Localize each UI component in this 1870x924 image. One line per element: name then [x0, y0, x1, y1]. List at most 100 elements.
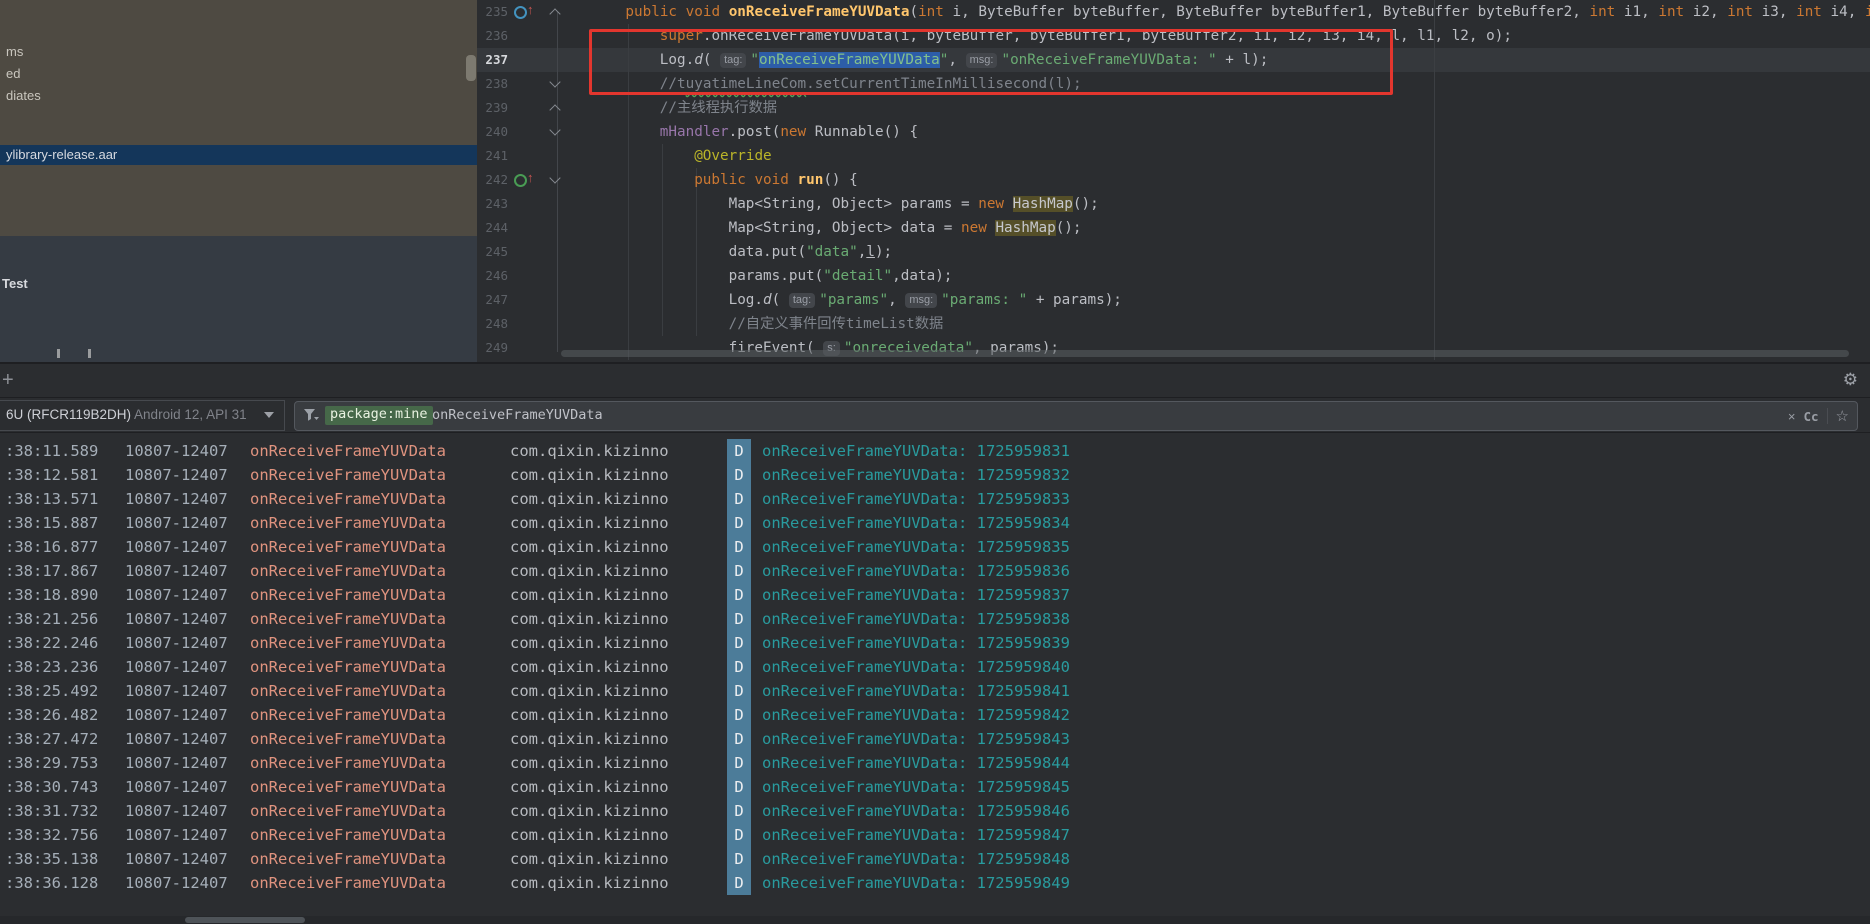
fold-marker-icon[interactable]	[550, 120, 560, 144]
code-line[interactable]: public void onReceiveFrameYUVData(int i,…	[591, 0, 1870, 24]
gutter-line-number[interactable]: 246	[477, 264, 508, 288]
gutter-line-number[interactable]: 240	[477, 120, 508, 144]
log-row[interactable]: :38:18.89010807-12407onReceiveFrameYUVDa…	[0, 583, 1870, 607]
gutter-line-number[interactable]: 241	[477, 144, 508, 168]
fold-marker-icon[interactable]	[550, 96, 560, 120]
log-row[interactable]: :38:23.23610807-12407onReceiveFrameYUVDa…	[0, 655, 1870, 679]
gutter-line-number[interactable]: 242	[477, 168, 508, 192]
log-message: onReceiveFrameYUVData: 1725959842	[762, 703, 1070, 727]
log-message: onReceiveFrameYUVData: 1725959837	[762, 583, 1070, 607]
log-level-badge: D	[727, 727, 751, 751]
code-line[interactable]: mHandler.post(new Runnable() {	[591, 120, 918, 144]
log-row[interactable]: :38:22.24610807-12407onReceiveFrameYUVDa…	[0, 631, 1870, 655]
log-timestamp: :38:17.867	[5, 559, 98, 583]
log-timestamp: :38:30.743	[5, 775, 98, 799]
project-tree-selected-row[interactable]: ylibrary-release.aar	[0, 145, 477, 165]
log-row[interactable]: :38:29.75310807-12407onReceiveFrameYUVDa…	[0, 751, 1870, 775]
log-message: onReceiveFrameYUVData: 1725959834	[762, 511, 1070, 535]
log-tag: onReceiveFrameYUVData	[250, 823, 446, 847]
code-line[interactable]: //主线程执行数据	[591, 96, 777, 120]
fold-marker-icon[interactable]	[550, 168, 560, 192]
log-row[interactable]: :38:15.88710807-12407onReceiveFrameYUVDa…	[0, 511, 1870, 535]
gutter-line-number[interactable]: 239	[477, 96, 508, 120]
clipped-tree-text	[57, 349, 60, 358]
gutter-line-number[interactable]: 245	[477, 240, 508, 264]
code-line[interactable]: Map<String, Object> params = new HashMap…	[591, 192, 1099, 216]
log-message: onReceiveFrameYUVData: 1725959845	[762, 775, 1070, 799]
log-row[interactable]: :38:32.75610807-12407onReceiveFrameYUVDa…	[0, 823, 1870, 847]
match-case-icon[interactable]: Cc	[1803, 409, 1818, 424]
project-section-label[interactable]: Test	[2, 276, 28, 291]
log-message: onReceiveFrameYUVData: 1725959835	[762, 535, 1070, 559]
log-row[interactable]: :38:13.57110807-12407onReceiveFrameYUVDa…	[0, 487, 1870, 511]
gutter-line-number[interactable]: 249	[477, 336, 508, 360]
log-row[interactable]: :38:35.13810807-12407onReceiveFrameYUVDa…	[0, 847, 1870, 871]
code-line[interactable]: public void run() {	[591, 168, 858, 192]
gutter-line-number[interactable]: 235	[477, 0, 508, 24]
log-tag: onReceiveFrameYUVData	[250, 871, 446, 895]
code-line[interactable]: params.put("detail",data);	[591, 264, 952, 288]
logcat-hscrollbar-thumb[interactable]	[185, 917, 305, 923]
overrides-method-icon[interactable]: ↑	[514, 0, 540, 24]
log-level-badge: D	[727, 799, 751, 823]
code-line[interactable]: //自定义事件回传timeList数据	[591, 312, 943, 336]
log-row[interactable]: :38:36.12810807-12407onReceiveFrameYUVDa…	[0, 871, 1870, 895]
inlay-hint: tag:	[789, 293, 815, 308]
gutter-line-number[interactable]: 244	[477, 216, 508, 240]
gutter-line-number[interactable]: 237	[477, 48, 508, 72]
log-package: com.qixin.kizinno	[510, 655, 669, 679]
fold-marker-icon[interactable]	[550, 0, 560, 24]
gutter-line-number[interactable]: 236	[477, 24, 508, 48]
log-message: onReceiveFrameYUVData: 1725959843	[762, 727, 1070, 751]
log-package: com.qixin.kizinno	[510, 775, 669, 799]
gutter-line-number[interactable]: 243	[477, 192, 508, 216]
editor-horizontal-scrollbar[interactable]	[561, 350, 1849, 357]
gear-icon[interactable]: ⚙	[1843, 369, 1858, 391]
project-tree-item[interactable]: diates	[6, 88, 41, 104]
log-row[interactable]: :38:31.73210807-12407onReceiveFrameYUVDa…	[0, 799, 1870, 823]
log-message: onReceiveFrameYUVData: 1725959848	[762, 847, 1070, 871]
log-timestamp: :38:26.482	[5, 703, 98, 727]
code-editor[interactable]: 235↑public void onReceiveFrameYUVData(in…	[477, 0, 1870, 364]
log-tag: onReceiveFrameYUVData	[250, 703, 446, 727]
log-pid-tid: 10807-12407	[125, 559, 228, 583]
gutter-line-number[interactable]: 238	[477, 72, 508, 96]
filter-key-chip[interactable]: package:mine	[325, 406, 433, 425]
filter-query-text[interactable]: onReceiveFrameYUVData	[432, 407, 603, 423]
code-line[interactable]: Map<String, Object> data = new HashMap()…	[591, 216, 1082, 240]
log-row[interactable]: :38:21.25610807-12407onReceiveFrameYUVDa…	[0, 607, 1870, 631]
code-line[interactable]: @Override	[591, 144, 772, 168]
code-line[interactable]: data.put("data",l);	[591, 240, 892, 264]
log-row[interactable]: :38:25.49210807-12407onReceiveFrameYUVDa…	[0, 679, 1870, 703]
log-timestamp: :38:25.492	[5, 679, 98, 703]
logcat-filter-input[interactable]: package:mine onReceiveFrameYUVData × Cc …	[294, 401, 1858, 431]
log-row[interactable]: :38:27.47210807-12407onReceiveFrameYUVDa…	[0, 727, 1870, 751]
log-row[interactable]: :38:16.87710807-12407onReceiveFrameYUVDa…	[0, 535, 1870, 559]
log-row[interactable]: :38:11.58910807-12407onReceiveFrameYUVDa…	[0, 439, 1870, 463]
favorite-star-icon[interactable]: ☆	[1836, 407, 1849, 425]
log-list[interactable]: :38:11.589 10807-12407 onReceiveFrameYUVDa…	[0, 439, 1870, 895]
gutter-line-number[interactable]: 248	[477, 312, 508, 336]
log-pid-tid: 10807-12407	[125, 439, 228, 463]
log-timestamp: :38:32.756	[5, 823, 98, 847]
project-panel-scrollbar[interactable]	[466, 55, 476, 81]
log-package: com.qixin.kizinno	[510, 679, 669, 703]
code-line[interactable]: Log.d( tag:"params", msg:"params: " + pa…	[591, 288, 1122, 312]
log-row[interactable]: :38:17.86710807-12407onReceiveFrameYUVDa…	[0, 559, 1870, 583]
log-timestamp: :38:11.589	[5, 439, 98, 463]
log-row[interactable]: :38:30.74310807-12407onReceiveFrameYUVDa…	[0, 775, 1870, 799]
log-message: onReceiveFrameYUVData: 1725959838	[762, 607, 1070, 631]
add-logcat-tab-button[interactable]: +	[2, 368, 14, 392]
implements-method-icon[interactable]: ↑	[514, 168, 540, 192]
log-package: com.qixin.kizinno	[510, 487, 669, 511]
clear-filter-icon[interactable]: ×	[1788, 409, 1796, 424]
gutter-line-number[interactable]: 247	[477, 288, 508, 312]
log-row[interactable]: :38:26.48210807-12407onReceiveFrameYUVDa…	[0, 703, 1870, 727]
log-timestamp: :38:27.472	[5, 727, 98, 751]
project-tree-item[interactable]: ms	[6, 44, 23, 60]
log-pid-tid: 10807-12407	[125, 607, 228, 631]
fold-marker-icon[interactable]	[550, 72, 560, 96]
project-tree-item[interactable]: ed	[6, 66, 20, 82]
log-row[interactable]: :38:12.58110807-12407onReceiveFrameYUVDa…	[0, 463, 1870, 487]
device-selector[interactable]: 6U (RFCR119B2DH) Android 12, API 31	[0, 400, 285, 431]
